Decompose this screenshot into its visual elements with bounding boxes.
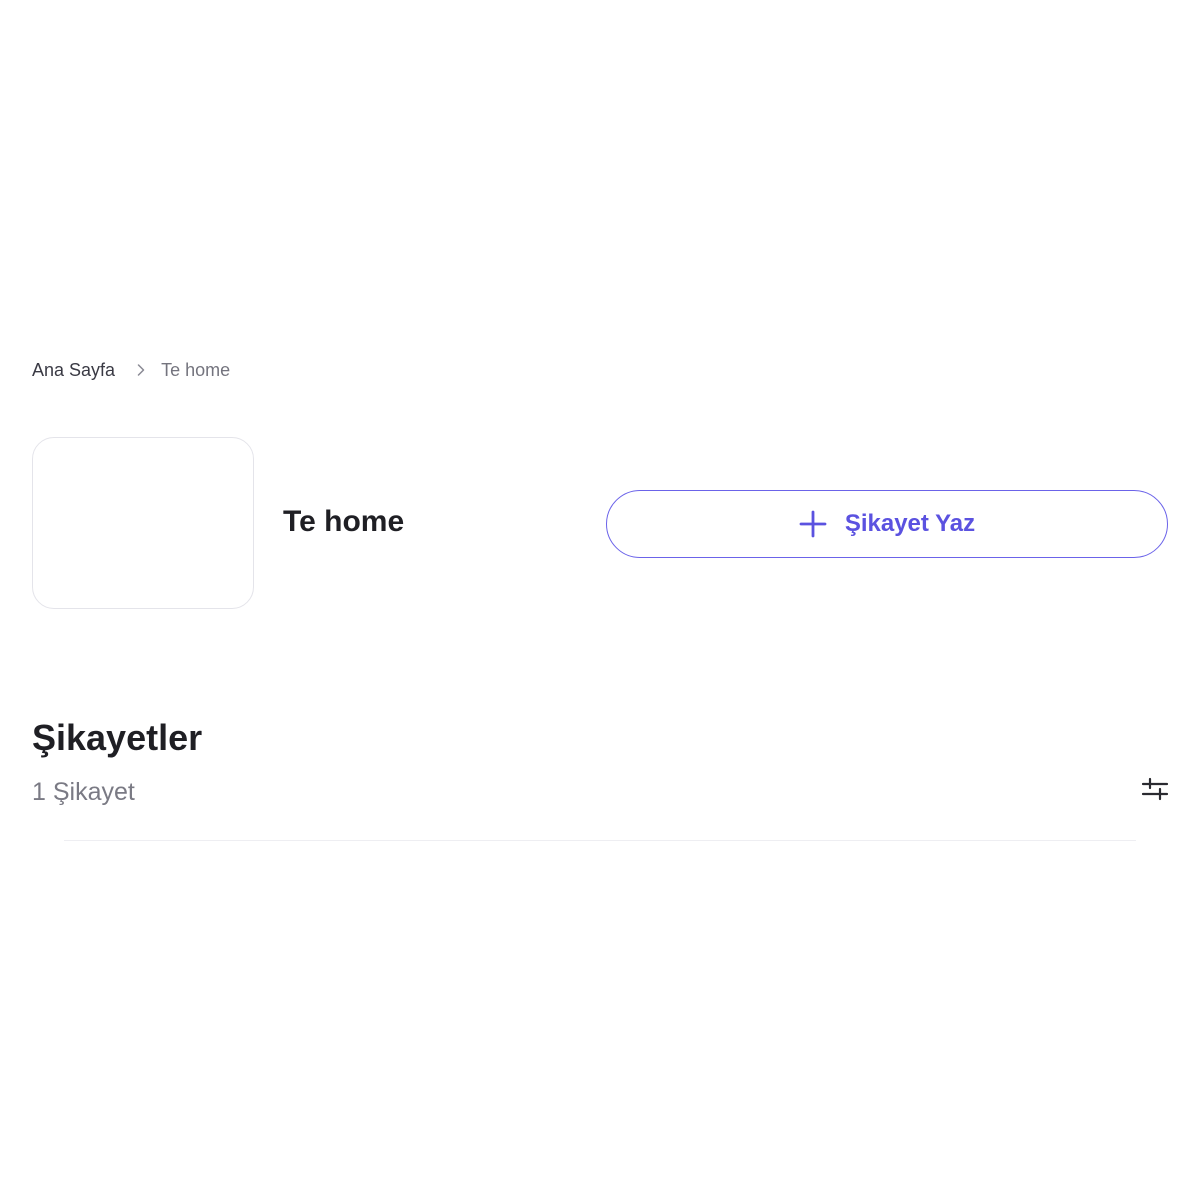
brand-name: Te home [283,505,405,538]
breadcrumb: Ana Sayfa Te home [32,358,230,382]
breadcrumb-home-link[interactable]: Ana Sayfa [32,360,115,381]
breadcrumb-current: Te home [161,359,231,380]
divider [64,840,1136,841]
complaints-title: Şikayetler [32,717,203,758]
plus-icon [799,510,827,538]
filter-button[interactable] [1138,774,1172,808]
sliders-icon [1141,775,1169,808]
brand-logo [32,437,254,609]
chevron-right-icon [137,364,145,376]
complaints-count: 1 Şikayet [32,778,135,806]
write-complaint-button[interactable]: Şikayet Yaz [606,490,1168,558]
write-complaint-label: Şikayet Yaz [844,510,976,537]
